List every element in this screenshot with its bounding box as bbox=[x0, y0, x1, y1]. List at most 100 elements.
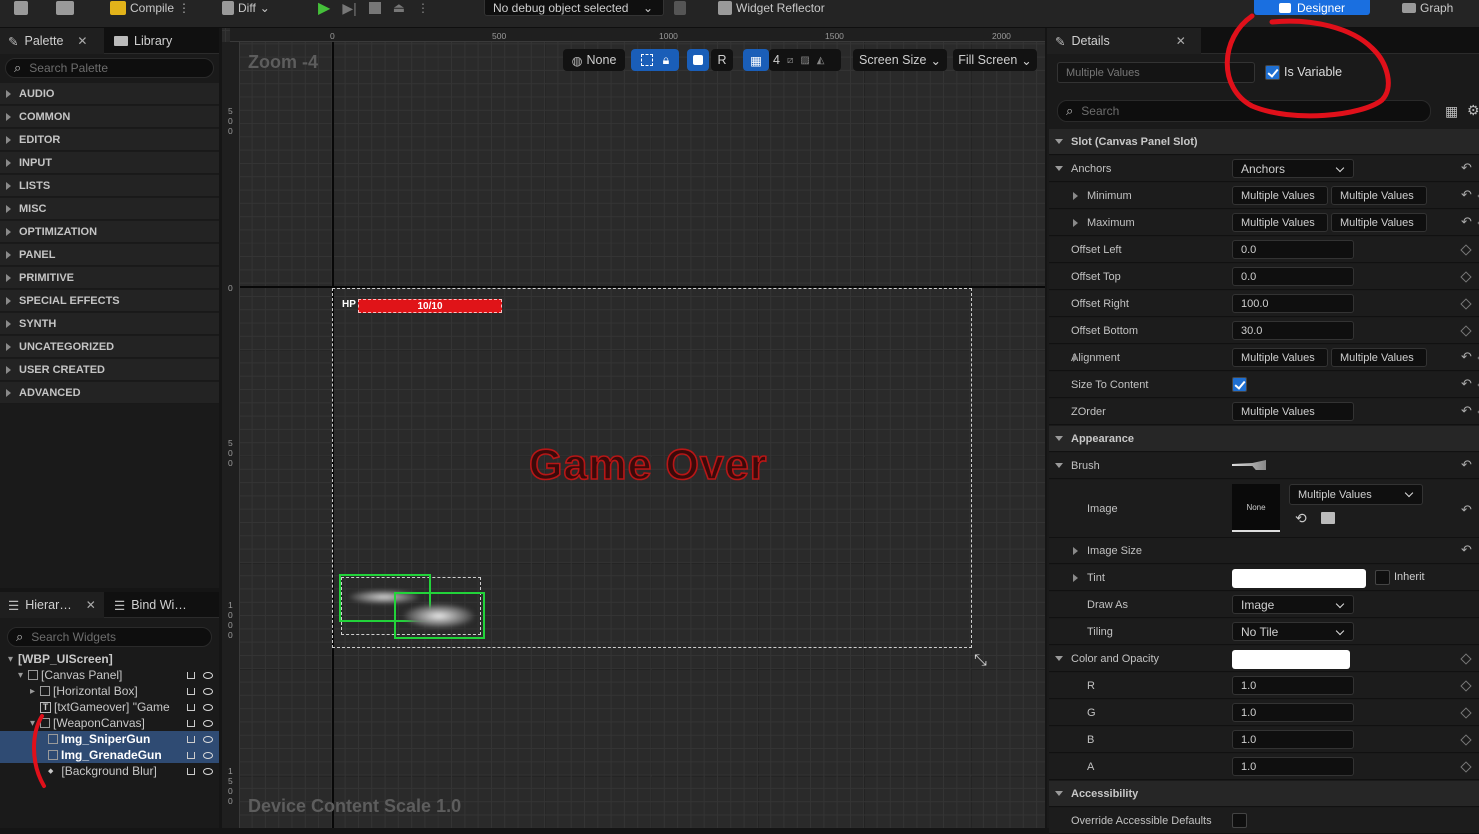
table-view-icon[interactable]: ▦ bbox=[1445, 103, 1458, 120]
palette-category[interactable]: PRIMITIVE bbox=[0, 267, 219, 289]
tab-hierarchy[interactable]: ☰ Hierar… ✕ bbox=[0, 592, 104, 618]
hierarchy-item[interactable]: ▸ [Horizontal Box] bbox=[0, 683, 219, 699]
use-selected-icon[interactable]: ⟲ bbox=[1295, 510, 1307, 527]
keyframe-diamond-icon[interactable] bbox=[1460, 298, 1472, 310]
reset-icon[interactable]: ↶ bbox=[1461, 161, 1473, 174]
reset-icon[interactable]: ↶ bbox=[1461, 350, 1473, 363]
close-icon[interactable]: ✕ bbox=[1176, 34, 1186, 48]
hierarchy-item[interactable]: Img_GrenadeGun bbox=[0, 747, 219, 763]
anchor-min-y[interactable]: Multiple Values bbox=[1331, 186, 1427, 205]
palette-category[interactable]: ADVANCED bbox=[0, 382, 219, 404]
collapse-arrow-icon[interactable] bbox=[1055, 463, 1063, 468]
tab-bind-widgets[interactable]: ☰ Bind Wi… bbox=[106, 592, 195, 618]
image-asset-dropdown[interactable]: Multiple Values bbox=[1289, 484, 1423, 505]
grenade-gun-image[interactable] bbox=[394, 592, 485, 639]
anchor-max-x[interactable]: Multiple Values bbox=[1232, 213, 1328, 232]
visibility-eye-icon[interactable] bbox=[203, 671, 213, 679]
fill-screen-dropdown[interactable]: Fill Screen ⌄ bbox=[953, 49, 1037, 71]
grid-size-controls[interactable]: 4 ⧄ ▨ ◭ bbox=[769, 49, 841, 71]
close-icon[interactable]: ✕ bbox=[77, 34, 87, 48]
collapse-arrow-icon[interactable] bbox=[1055, 791, 1063, 796]
checkbox[interactable] bbox=[1232, 813, 1247, 828]
reset-icon[interactable]: ↶ bbox=[1461, 188, 1473, 201]
compile-button[interactable]: Compile ⋮ bbox=[110, 0, 190, 16]
keyframe-diamond-icon[interactable] bbox=[1460, 761, 1472, 773]
hierarchy-item[interactable]: ▾ [WeaponCanvas] bbox=[0, 715, 219, 731]
offset-bottom-field[interactable]: 30.0 bbox=[1232, 321, 1354, 340]
palette-category[interactable]: EDITOR bbox=[0, 129, 219, 151]
color-a-field[interactable]: 1.0 bbox=[1232, 757, 1354, 776]
details-search-input[interactable]: ⌕ Search bbox=[1057, 100, 1431, 122]
color-r-field[interactable]: 1.0 bbox=[1232, 676, 1354, 695]
close-icon[interactable]: ✕ bbox=[86, 598, 96, 612]
is-variable-checkbox[interactable] bbox=[1265, 65, 1280, 80]
settings-icon[interactable]: ⚙ bbox=[1467, 102, 1479, 119]
section-header[interactable]: Appearance bbox=[1049, 426, 1479, 452]
step-icon[interactable]: ▶| bbox=[342, 0, 356, 17]
reset-icon[interactable]: ↶ bbox=[1461, 404, 1473, 417]
zorder-field[interactable]: Multiple Values bbox=[1232, 402, 1354, 421]
hp-progress-bar[interactable]: 10/10 bbox=[358, 299, 502, 313]
lock-icon[interactable] bbox=[187, 735, 195, 743]
section-header[interactable]: Accessibility bbox=[1049, 781, 1479, 807]
hierarchy-item[interactable]: T [txtGameover] "Game bbox=[0, 699, 219, 715]
expand-arrow-icon[interactable]: ▾ bbox=[8, 654, 18, 665]
lock-icon[interactable] bbox=[187, 719, 195, 727]
visibility-eye-icon[interactable] bbox=[203, 751, 213, 759]
browse-button[interactable] bbox=[56, 0, 74, 16]
keyframe-diamond-icon[interactable] bbox=[1460, 653, 1472, 665]
hierarchy-item[interactable]: ▾ [WBP_UIScreen] bbox=[0, 651, 219, 667]
offset-right-field[interactable]: 100.0 bbox=[1232, 294, 1354, 313]
designer-mode-button[interactable]: Designer bbox=[1254, 0, 1370, 15]
reset-icon[interactable]: ↶ bbox=[1461, 458, 1473, 471]
checkbox[interactable] bbox=[1375, 570, 1390, 585]
hierarchy-item[interactable]: ▾ [Canvas Panel] bbox=[0, 667, 219, 683]
browse-asset-icon[interactable] bbox=[1321, 512, 1335, 524]
palette-category[interactable]: OPTIMIZATION bbox=[0, 221, 219, 243]
palette-category[interactable]: SPECIAL EFFECTS bbox=[0, 290, 219, 312]
draw-as-dropdown[interactable]: Image bbox=[1232, 595, 1354, 614]
play-icon[interactable]: ▶ bbox=[318, 0, 330, 18]
expand-arrow-icon[interactable] bbox=[1073, 354, 1078, 362]
lock-icon[interactable] bbox=[187, 671, 195, 679]
keyframe-diamond-icon[interactable] bbox=[1460, 271, 1472, 283]
palette-category[interactable]: UNCATEGORIZED bbox=[0, 336, 219, 358]
widget-reflector-button[interactable]: Widget Reflector bbox=[718, 0, 825, 16]
gameover-text[interactable]: Game Over bbox=[528, 440, 767, 490]
color-g-field[interactable]: 1.0 bbox=[1232, 703, 1354, 722]
reset-icon[interactable]: ↶ bbox=[1461, 503, 1473, 516]
palette-category[interactable]: COMMON bbox=[0, 106, 219, 128]
hierarchy-item[interactable]: Img_SniperGun bbox=[0, 731, 219, 747]
tab-details[interactable]: ✎ Details ✕ bbox=[1047, 28, 1201, 54]
palette-search-input[interactable]: ⌕ Search Palette bbox=[5, 58, 214, 78]
selection-lock-buttons[interactable]: 🔒︎ bbox=[631, 49, 679, 71]
graph-mode-button[interactable]: Graph bbox=[1402, 0, 1453, 16]
expand-arrow-icon[interactable] bbox=[1073, 547, 1078, 555]
lock-icon[interactable] bbox=[187, 767, 195, 775]
reset-icon[interactable]: ↶ bbox=[1461, 543, 1473, 556]
color-swatch[interactable] bbox=[1232, 650, 1350, 669]
expand-arrow-icon[interactable]: ▾ bbox=[18, 670, 28, 681]
palette-category[interactable]: AUDIO bbox=[0, 83, 219, 105]
palette-category[interactable]: LISTS bbox=[0, 175, 219, 197]
visibility-eye-icon[interactable] bbox=[203, 703, 213, 711]
collapse-arrow-icon[interactable] bbox=[1055, 166, 1063, 171]
lock-icon[interactable] bbox=[187, 703, 195, 711]
keyframe-diamond-icon[interactable] bbox=[1460, 325, 1472, 337]
lock-icon[interactable] bbox=[187, 687, 195, 695]
collapse-arrow-icon[interactable] bbox=[1055, 436, 1063, 441]
grid-snap-button[interactable]: ▦ bbox=[743, 49, 769, 71]
anchor-max-y[interactable]: Multiple Values bbox=[1331, 213, 1427, 232]
debug-object-select[interactable]: No debug object selected ⌄ bbox=[484, 0, 664, 16]
diff-button[interactable]: Diff ⌄ bbox=[222, 0, 270, 16]
save-button[interactable] bbox=[14, 0, 28, 16]
image-thumbnail[interactable]: None bbox=[1232, 484, 1280, 532]
visibility-eye-icon[interactable] bbox=[203, 767, 213, 775]
palette-category[interactable]: INPUT bbox=[0, 152, 219, 174]
expand-arrow-icon[interactable] bbox=[1073, 219, 1078, 227]
size-to-content-checkbox[interactable] bbox=[1232, 377, 1247, 392]
offset-top-field[interactable]: 0.0 bbox=[1232, 267, 1354, 286]
hierarchy-item[interactable]: ◆ [Background Blur] bbox=[0, 763, 219, 779]
widget-name-field[interactable]: Multiple Values bbox=[1057, 62, 1255, 83]
screen-size-dropdown[interactable]: Screen Size ⌄ bbox=[853, 49, 947, 71]
